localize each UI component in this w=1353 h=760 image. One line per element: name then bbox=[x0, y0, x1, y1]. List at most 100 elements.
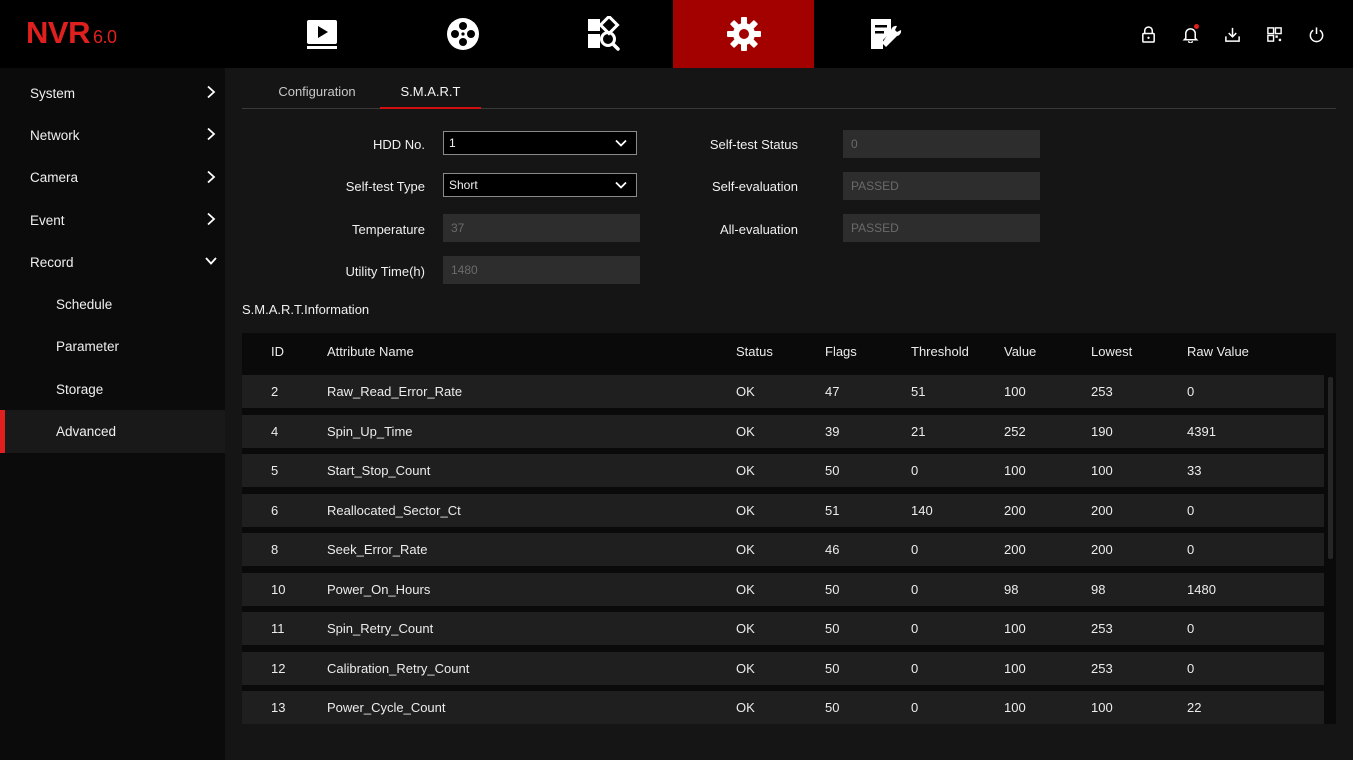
cell-threshold: 0 bbox=[911, 542, 919, 557]
download-button[interactable] bbox=[1211, 23, 1253, 45]
all-evaluation-field: PASSED bbox=[843, 214, 1040, 242]
cell-lowest: 200 bbox=[1091, 542, 1113, 557]
cell-lowest: 253 bbox=[1091, 384, 1113, 399]
selftest-status-field: 0 bbox=[843, 130, 1040, 158]
tab-smart[interactable]: S.M.A.R.T bbox=[380, 79, 481, 109]
logo-brand: NVR bbox=[26, 15, 90, 50]
table-row[interactable]: 6 Reallocated_Sector_Ct OK 51 140 200 200 0 bbox=[242, 493, 1324, 527]
cell-threshold: 0 bbox=[911, 660, 919, 676]
selftest-status-label: Self-test Status bbox=[709, 137, 798, 152]
table-row[interactable]: 8 Seek_Error_Rate OK 46 0 200 200 0 bbox=[242, 533, 1324, 566]
cell-value: 200 bbox=[1004, 542, 1026, 557]
header-col-flags: Flags bbox=[825, 344, 857, 359]
cell-lowest: 100 bbox=[1091, 700, 1113, 715]
cell-flags: 50 bbox=[825, 581, 840, 597]
scrollbar-thumb[interactable] bbox=[1328, 377, 1333, 559]
download-icon bbox=[1224, 27, 1240, 42]
sidebar-item-label: Record bbox=[30, 254, 74, 270]
cell-lowest: 100 bbox=[1091, 463, 1113, 478]
chevron-right-icon bbox=[207, 128, 216, 141]
top-right-toolbar bbox=[1127, 23, 1337, 45]
cell-flags: 39 bbox=[825, 423, 840, 439]
cell-raw-value: 22 bbox=[1187, 700, 1202, 715]
table-row[interactable]: 2 Raw_Read_Error_Rate OK 47 51 100 253 0 bbox=[242, 375, 1324, 408]
nav-playback-button[interactable] bbox=[392, 0, 533, 68]
notification-dot bbox=[1194, 24, 1199, 29]
self-evaluation-label: Self-evaluation bbox=[712, 179, 798, 194]
sidebar-item-label: Storage bbox=[56, 381, 104, 397]
cell-attribute-name: Calibration_Retry_Count bbox=[327, 660, 470, 676]
sidebar-item-system[interactable]: System bbox=[0, 72, 225, 114]
cell-value: 252 bbox=[1004, 423, 1026, 439]
cell-flags: 51 bbox=[825, 502, 840, 518]
cell-status: OK bbox=[736, 581, 755, 597]
cell-value: 100 bbox=[1004, 660, 1026, 676]
chevron-down-icon bbox=[205, 257, 217, 266]
sidebar-item-camera[interactable]: Camera bbox=[0, 157, 225, 199]
sidebar-item-label: Advanced bbox=[56, 424, 117, 440]
lock-button[interactable] bbox=[1127, 23, 1169, 45]
cell-threshold: 0 bbox=[911, 463, 919, 478]
cell-status: OK bbox=[736, 423, 755, 439]
cell-id: 12 bbox=[271, 660, 286, 676]
cell-raw-value: 0 bbox=[1187, 621, 1195, 636]
cell-attribute-name: Reallocated_Sector_Ct bbox=[327, 502, 461, 518]
cell-status: OK bbox=[736, 542, 755, 557]
cell-raw-value: 4391 bbox=[1187, 423, 1216, 439]
cell-threshold: 51 bbox=[911, 384, 926, 399]
sidebar-item-label: Network bbox=[30, 127, 80, 143]
sidebar-item-record[interactable]: Record bbox=[0, 241, 225, 283]
header-col-id: ID bbox=[271, 344, 284, 359]
nav-search-button[interactable] bbox=[532, 0, 673, 68]
cell-status: OK bbox=[736, 621, 755, 636]
nav-settings-button[interactable] bbox=[673, 0, 814, 68]
sidebar-item-label: System bbox=[30, 85, 76, 101]
sidebar-item-parameter[interactable]: Parameter bbox=[0, 326, 225, 368]
sidebar-item-advanced[interactable]: Advanced bbox=[0, 410, 225, 453]
cell-lowest: 98 bbox=[1091, 581, 1106, 597]
qr-code-button[interactable] bbox=[1253, 23, 1295, 45]
cell-raw-value: 1480 bbox=[1187, 581, 1216, 597]
table-row[interactable]: 5 Start_Stop_Count OK 50 0 100 100 33 bbox=[242, 454, 1324, 487]
notification-button[interactable] bbox=[1169, 23, 1211, 45]
cell-value: 100 bbox=[1004, 463, 1026, 478]
play-icon bbox=[306, 20, 337, 49]
header-col-status: Status bbox=[736, 344, 773, 359]
cell-value: 100 bbox=[1004, 621, 1026, 636]
tab-bar: Configuration S.M.A.R.T bbox=[242, 79, 1336, 109]
cell-threshold: 0 bbox=[911, 581, 919, 597]
hdd-no-value: 1 bbox=[449, 136, 456, 150]
search-grid-icon bbox=[587, 16, 620, 51]
power-button[interactable] bbox=[1295, 23, 1337, 45]
smart-information-title: S.M.A.R.T.Information bbox=[242, 302, 370, 317]
table-row[interactable]: 12 Calibration_Retry_Count OK 50 0 100 253 0 bbox=[242, 651, 1324, 685]
cell-raw-value: 33 bbox=[1187, 463, 1202, 478]
cell-value: 100 bbox=[1004, 700, 1026, 715]
sidebar: System Network Camera Event Record Sched… bbox=[0, 68, 225, 760]
cell-attribute-name: Power_Cycle_Count bbox=[327, 700, 446, 715]
table-row[interactable]: 13 Power_Cycle_Count OK 50 0 100 100 22 bbox=[242, 691, 1324, 724]
smart-table: ID Attribute Name Status Flags Threshold Valu… bbox=[242, 333, 1336, 724]
document-wrench-icon bbox=[870, 19, 901, 49]
nav-maintenance-button[interactable] bbox=[814, 0, 955, 68]
header-col-lowest: Lowest bbox=[1091, 344, 1133, 359]
sidebar-item-network[interactable]: Network bbox=[0, 114, 225, 156]
cell-id: 6 bbox=[271, 502, 279, 518]
tab-configuration[interactable]: Configuration bbox=[267, 79, 367, 107]
cell-lowest: 253 bbox=[1091, 660, 1113, 676]
table-scrollbar[interactable] bbox=[1328, 377, 1333, 723]
sidebar-item-schedule[interactable]: Schedule bbox=[0, 283, 225, 325]
sidebar-item-label: Parameter bbox=[56, 339, 120, 355]
logo: NVR 6.0 bbox=[26, 15, 117, 51]
table-row[interactable]: 4 Spin_Up_Time OK 39 21 252 190 4391 bbox=[242, 414, 1324, 448]
cell-lowest: 253 bbox=[1091, 621, 1113, 636]
table-row[interactable]: 10 Power_On_Hours OK 50 0 98 98 1480 bbox=[242, 572, 1324, 606]
cell-threshold: 0 bbox=[911, 700, 919, 715]
cell-id: 4 bbox=[271, 423, 279, 439]
nav-live-view-button[interactable] bbox=[251, 0, 392, 68]
sidebar-item-label: Event bbox=[30, 212, 65, 228]
utility-time-label: Utility Time(h) bbox=[345, 264, 425, 279]
sidebar-item-event[interactable]: Event bbox=[0, 199, 225, 241]
sidebar-item-storage[interactable]: Storage bbox=[0, 368, 225, 410]
table-row[interactable]: 11 Spin_Retry_Count OK 50 0 100 253 0 bbox=[242, 612, 1324, 645]
